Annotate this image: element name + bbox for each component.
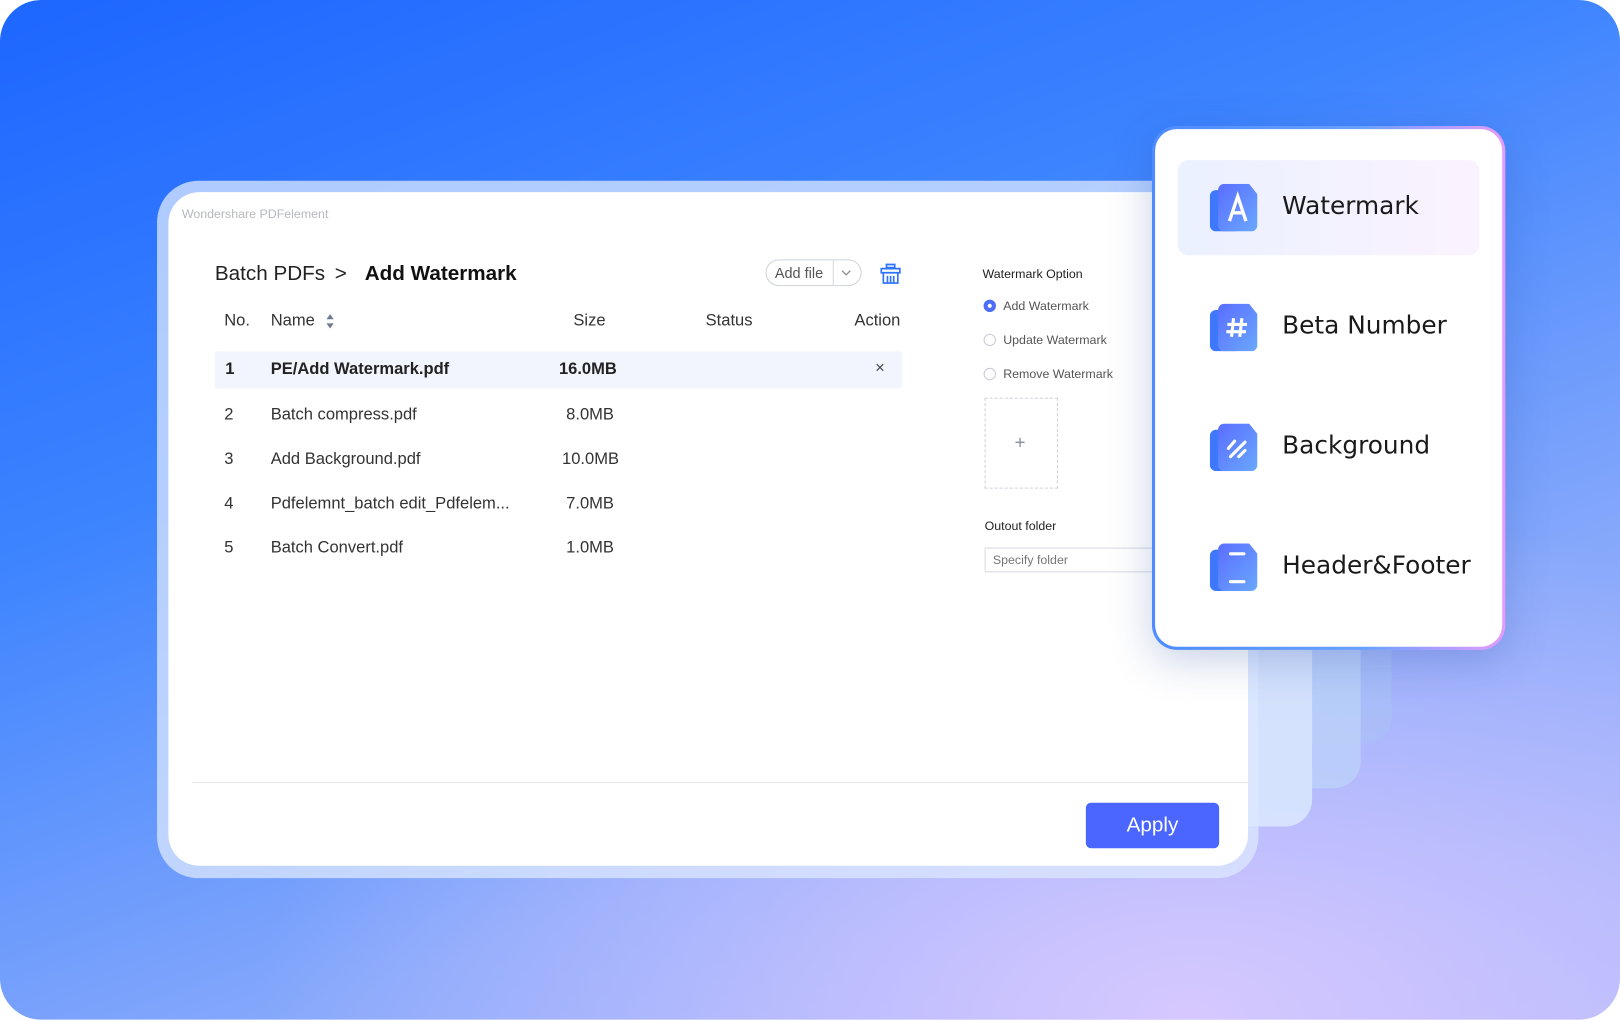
row-size: 8.0MB <box>566 406 614 424</box>
row-size: 10.0MB <box>562 450 620 469</box>
chevron-down-icon[interactable] <box>840 269 852 277</box>
breadcrumb-separator: > <box>334 262 347 286</box>
app-window <box>168 192 1249 866</box>
col-action: Action <box>854 312 901 330</box>
add-watermark-dropzone[interactable]: + <box>984 397 1058 489</box>
divider <box>832 260 834 286</box>
diagonal-lines-icon <box>1209 423 1258 472</box>
row-name: Batch compress.pdf <box>270 406 417 424</box>
letter-a-icon <box>1209 183 1258 232</box>
table-row[interactable]: 3 Add Background.pdf 10.0MB <box>215 441 902 478</box>
row-name: Pdfelemnt_batch edit_Pdfelem... <box>270 494 510 513</box>
menu-item-background[interactable]: Background <box>1178 400 1480 495</box>
row-no: 5 <box>224 539 234 557</box>
menu-item-label: Watermark <box>1282 191 1419 221</box>
radio-add-watermark[interactable] <box>983 299 996 313</box>
row-size: 7.0MB <box>566 494 614 513</box>
row-size: 16.0MB <box>558 360 617 379</box>
row-no: 4 <box>224 494 234 513</box>
row-no: 1 <box>225 360 235 379</box>
feature-menu-card: Watermark Beta Number Background Header&… <box>1151 126 1506 650</box>
breadcrumb-parent[interactable]: Batch PDFs <box>215 262 325 286</box>
footer-divider <box>192 782 1249 784</box>
promo-background: Wondershare PDFelement Batch PDFs > Add … <box>0 0 1620 1020</box>
row-name: Add Background.pdf <box>270 450 421 469</box>
menu-item-header-footer[interactable]: Header&Footer <box>1178 520 1480 615</box>
add-file-button[interactable]: Add file <box>765 259 862 287</box>
table-row[interactable]: 4 Pdfelemnt_batch edit_Pdfelem... 7.0MB <box>215 486 902 523</box>
trash-icon[interactable] <box>879 262 902 285</box>
output-folder-label: Outout folder <box>984 518 1057 534</box>
row-name: Batch Convert.pdf <box>270 539 404 557</box>
hash-icon <box>1209 303 1258 352</box>
apply-button[interactable]: Apply <box>1085 802 1220 849</box>
header-footer-icon <box>1209 543 1258 591</box>
col-name[interactable]: Name <box>271 312 315 331</box>
radio-label[interactable]: Add Watermark <box>1003 299 1089 313</box>
table-row[interactable]: 1 PE/Add Watermark.pdf 16.0MB × <box>214 351 902 389</box>
radio-label[interactable]: Remove Watermark <box>1003 367 1113 381</box>
menu-item-watermark[interactable]: Watermark <box>1177 160 1480 256</box>
menu-item-label: Beta Number <box>1282 310 1447 340</box>
row-name: PE/Add Watermark.pdf <box>270 360 450 379</box>
menu-item-label: Background <box>1282 430 1431 460</box>
radio-update-watermark[interactable] <box>983 333 996 347</box>
radio-remove-watermark[interactable] <box>983 367 996 381</box>
col-status: Status <box>705 312 753 330</box>
watermark-option-title: Watermark Option <box>982 266 1083 282</box>
remove-row-icon[interactable]: × <box>875 360 885 379</box>
row-no: 3 <box>224 450 234 469</box>
radio-label[interactable]: Update Watermark <box>1003 333 1107 347</box>
row-no: 2 <box>224 406 234 424</box>
menu-item-label: Header&Footer <box>1282 550 1471 580</box>
sort-icon[interactable] <box>325 313 334 330</box>
table-row[interactable]: 5 Batch Convert.pdf 1.0MB <box>215 530 902 567</box>
menu-item-beta-number[interactable]: Beta Number <box>1178 280 1480 375</box>
plus-icon: + <box>1014 431 1026 453</box>
app-title: Wondershare PDFelement <box>181 206 329 222</box>
row-size: 1.0MB <box>566 539 614 557</box>
page-title: Add Watermark <box>364 262 517 286</box>
table-row[interactable]: 2 Batch compress.pdf 8.0MB <box>215 397 902 434</box>
col-no: No. <box>224 312 250 330</box>
add-file-label: Add file <box>774 264 824 282</box>
col-size: Size <box>573 312 606 330</box>
